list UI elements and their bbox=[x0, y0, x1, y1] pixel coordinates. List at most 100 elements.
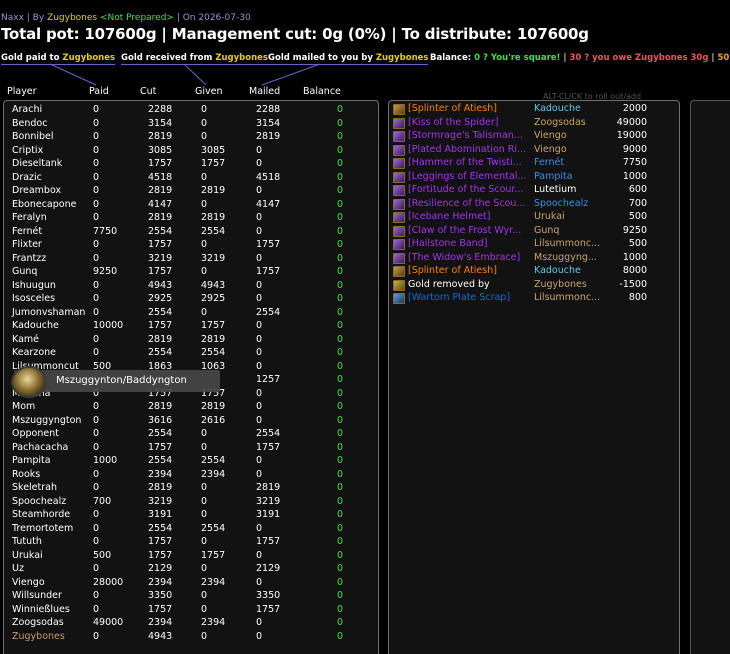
loot-row[interactable]: [Kiss of the Spider] Zoogsodas 49000 bbox=[392, 117, 682, 131]
player-row[interactable]: Drazic 0 4518 0 4518 0 bbox=[4, 172, 374, 186]
column-header-mailed[interactable]: Mailed bbox=[249, 86, 280, 97]
loot-item-name[interactable]: [Leggings of Elemental... bbox=[408, 171, 530, 182]
player-row[interactable]: Opponent 0 2554 0 2554 0 bbox=[4, 428, 374, 442]
loot-row[interactable]: [Icebane Helmet] Urukai 500 bbox=[392, 211, 682, 225]
player-mailed: 0 bbox=[256, 617, 263, 628]
column-header-cut[interactable]: Cut bbox=[140, 86, 156, 97]
player-row[interactable]: Ishuugun 0 4943 4943 0 0 bbox=[4, 280, 374, 294]
player-row[interactable]: Pampita 1000 2554 2554 0 0 bbox=[4, 455, 374, 469]
player-row[interactable]: Spoochealz 700 3219 0 3219 0 bbox=[4, 496, 374, 510]
player-row[interactable]: Kamé 0 2819 2819 0 0 bbox=[4, 334, 374, 348]
player-row[interactable]: Gunq 9250 1757 0 1757 0 bbox=[4, 266, 374, 280]
loot-row[interactable]: [Splinter of Atiesh] Kadouche 2000 bbox=[392, 103, 682, 117]
player-given: 0 bbox=[201, 603, 208, 615]
loot-buyer: Pampita bbox=[534, 170, 573, 182]
player-paid: 0 bbox=[93, 104, 100, 115]
loot-row[interactable]: [Splinter of Atiesh] Kadouche 8000 bbox=[392, 265, 682, 279]
legend-balance-owe: 30 ? you owe Zugybones 30g bbox=[569, 53, 709, 63]
player-row[interactable]: Flixter 0 1757 0 1757 0 bbox=[4, 239, 374, 253]
player-given: 3085 bbox=[201, 144, 226, 156]
player-row[interactable]: Feralyn 0 2819 2819 0 0 bbox=[4, 212, 374, 226]
player-row[interactable]: Kearzone 0 2554 2554 0 0 bbox=[4, 347, 374, 361]
loot-row[interactable]: [Claw of the Frost Wyr... Gunq 9250 bbox=[392, 225, 682, 239]
loot-row[interactable]: [Hammer of the Twisti... Fernét 7750 bbox=[392, 157, 682, 171]
player-row[interactable]: Viengo 28000 2394 2394 0 0 bbox=[4, 577, 374, 591]
loot-buyer: Spoochealz bbox=[534, 197, 589, 209]
player-row[interactable]: Willsunder 0 3350 0 3350 0 bbox=[4, 590, 374, 604]
player-row[interactable]: Kadouche 10000 1757 1757 0 0 bbox=[4, 320, 374, 334]
loot-item-name[interactable]: [Plated Abomination Ri... bbox=[408, 144, 530, 155]
player-row[interactable]: Bonnibel 0 2819 0 2819 0 bbox=[4, 131, 374, 145]
player-row[interactable]: Uz 0 2129 0 2129 0 bbox=[4, 563, 374, 577]
player-cut: 1757 bbox=[148, 441, 173, 453]
player-balance: 0 bbox=[337, 468, 344, 480]
player-row[interactable]: Fernét 7750 2554 2554 0 0 bbox=[4, 226, 374, 240]
loot-item-name[interactable]: [The Widow's Embrace] bbox=[408, 252, 530, 263]
player-balance: 0 bbox=[337, 144, 344, 156]
player-row[interactable]: Urukai 500 1757 1757 0 0 bbox=[4, 550, 374, 564]
loot-row[interactable]: [Hailstone Band] Lilsummonc... 500 bbox=[392, 238, 682, 252]
loot-item-name[interactable]: [Hailstone Band] bbox=[408, 238, 530, 249]
player-name: Drazic bbox=[12, 171, 42, 183]
player-row[interactable]: Bendoc 0 3154 0 3154 0 bbox=[4, 118, 374, 132]
loot-amount: 49000 bbox=[616, 116, 647, 128]
player-given: 1757 bbox=[201, 320, 226, 331]
loot-item-name[interactable]: [Hammer of the Twisti... bbox=[408, 157, 530, 168]
loot-row[interactable]: [Wartorn Plate Scrap] Lilsummonc... 800 bbox=[392, 292, 682, 306]
player-given: 0 bbox=[201, 563, 208, 574]
loot-row[interactable]: [Stormrage's Talisman... Viengo 19000 bbox=[392, 130, 682, 144]
loot-row[interactable]: Gold removed by Zugybones -1500 bbox=[392, 279, 682, 293]
column-header-balance[interactable]: Balance bbox=[303, 86, 341, 97]
column-header-paid[interactable]: Paid bbox=[89, 86, 109, 97]
loot-item-name[interactable]: [Fortitude of the Scour... bbox=[408, 184, 530, 195]
player-row[interactable]: Tututh 0 1757 0 1757 0 bbox=[4, 536, 374, 550]
player-row[interactable]: Jumonvshaman 0 2554 0 2554 0 bbox=[4, 307, 374, 321]
legend-mailed-label: Gold mailed to you by bbox=[268, 53, 376, 63]
player-row[interactable]: Winnießlues 0 1757 0 1757 0 bbox=[4, 604, 374, 618]
loot-item-name[interactable]: [Stormrage's Talisman... bbox=[408, 130, 530, 141]
loot-item-name[interactable]: [Wartorn Plate Scrap] bbox=[408, 292, 530, 303]
loot-item-name[interactable]: [Resilience of the Scou... bbox=[408, 198, 530, 209]
player-mailed: 0 bbox=[256, 144, 263, 156]
player-mailed: 0 bbox=[256, 630, 263, 642]
player-row[interactable]: Mszuggyngton 0 3616 2616 0 0 bbox=[4, 415, 374, 429]
player-row[interactable]: Zoogsodas 49000 2394 2394 0 0 bbox=[4, 617, 374, 631]
player-row[interactable]: Zugybones 0 4943 0 0 0 bbox=[4, 631, 374, 645]
player-name: Steamhorde bbox=[12, 509, 71, 520]
loot-row[interactable]: [Resilience of the Scou... Spoochealz 700 bbox=[392, 198, 682, 212]
loot-item-name[interactable]: [Claw of the Frost Wyr... bbox=[408, 225, 530, 236]
loot-item-name[interactable]: Gold removed by bbox=[408, 279, 530, 290]
player-row[interactable]: Steamhorde 0 3191 0 3191 0 bbox=[4, 509, 374, 523]
loot-item-name[interactable]: [Splinter of Atiesh] bbox=[408, 103, 530, 114]
column-header-given[interactable]: Given bbox=[195, 86, 223, 97]
player-row[interactable]: Rooks 0 2394 2394 0 0 bbox=[4, 469, 374, 483]
player-row[interactable]: Frantzz 0 3219 3219 0 0 bbox=[4, 253, 374, 267]
column-header-player[interactable]: Player bbox=[7, 86, 37, 97]
player-mailed: 4518 bbox=[256, 171, 281, 183]
loot-row[interactable]: [Plated Abomination Ri... Viengo 9000 bbox=[392, 144, 682, 158]
player-row[interactable]: Ebonecapone 0 4147 0 4147 0 bbox=[4, 199, 374, 213]
player-cut: 2129 bbox=[148, 563, 173, 574]
player-row[interactable]: Isosceles 0 2925 2925 0 0 bbox=[4, 293, 374, 307]
loot-row[interactable]: [Leggings of Elemental... Pampita 1000 bbox=[392, 171, 682, 185]
player-cut: 2554 bbox=[148, 455, 173, 466]
loot-row[interactable]: [Fortitude of the Scour... Lutetium 600 bbox=[392, 184, 682, 198]
player-row[interactable]: Pachacacha 0 1757 0 1757 0 bbox=[4, 442, 374, 456]
loot-item-name[interactable]: [Splinter of Atiesh] bbox=[408, 265, 530, 276]
player-row[interactable]: Tremortotem 0 2554 2554 0 0 bbox=[4, 523, 374, 537]
player-balance: 0 bbox=[337, 536, 344, 547]
loot-buyer: Viengo bbox=[534, 130, 567, 141]
player-mailed: 1757 bbox=[256, 603, 281, 615]
loot-item-name[interactable]: [Kiss of the Spider] bbox=[408, 117, 530, 128]
player-mailed: 0 bbox=[256, 522, 263, 534]
player-row[interactable]: Dieseltank 0 1757 1757 0 0 bbox=[4, 158, 374, 172]
player-row[interactable]: Skeletrah 0 2819 0 2819 0 bbox=[4, 482, 374, 496]
player-row[interactable]: Arachi 0 2288 0 2288 0 bbox=[4, 104, 374, 118]
loot-item-name[interactable]: [Icebane Helmet] bbox=[408, 211, 530, 222]
player-row[interactable]: Criptix 0 3085 3085 0 0 bbox=[4, 145, 374, 159]
player-paid: 0 bbox=[93, 509, 100, 520]
player-row[interactable]: Mom 0 2819 2819 0 0 bbox=[4, 401, 374, 415]
player-paid: 0 bbox=[93, 252, 100, 264]
loot-row[interactable]: [The Widow's Embrace] Mszuggyng... 1000 bbox=[392, 252, 682, 266]
player-row[interactable]: Dreambox 0 2819 2819 0 0 bbox=[4, 185, 374, 199]
